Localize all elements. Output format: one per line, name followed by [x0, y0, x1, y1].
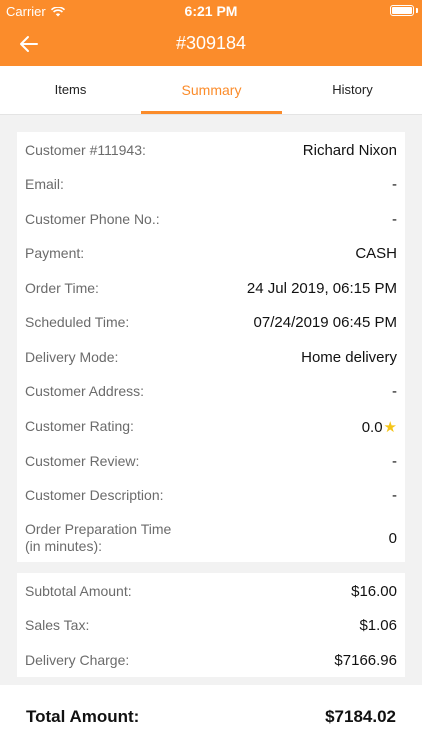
- tab-indicator: [141, 111, 282, 114]
- description-value: -: [392, 487, 397, 504]
- delivery-mode-value: Home delivery: [301, 349, 397, 366]
- tab-history[interactable]: History: [282, 66, 422, 114]
- order-details-card: Customer #111943: Richard Nixon Email: -…: [17, 132, 405, 562]
- row-label: Sales Tax:: [25, 617, 90, 633]
- total-bar: Total Amount: $7184.02: [0, 685, 422, 750]
- subtotal-value: $16.00: [351, 583, 397, 600]
- arrow-left-icon: [20, 36, 38, 52]
- row-label: Customer Phone No.:: [25, 211, 160, 227]
- review-value: -: [392, 453, 397, 470]
- phone-value: -: [392, 211, 397, 228]
- row-label-line2: (in minutes):: [25, 538, 103, 554]
- nav-bar: #309184: [0, 22, 422, 66]
- row-label: Subtotal Amount:: [25, 583, 132, 599]
- delivery-charge-value: $7166.96: [334, 652, 397, 669]
- row-label: Delivery Charge:: [25, 652, 130, 668]
- status-time: 6:21 PM: [184, 3, 238, 19]
- row-label: Customer Address:: [25, 383, 145, 399]
- status-bar: Carrier 6:21 PM: [0, 0, 422, 22]
- customer-name-value: Richard Nixon: [302, 142, 397, 159]
- rating-value-group: 0.0★: [362, 418, 397, 436]
- tab-bar: Items Summary History: [0, 66, 422, 115]
- header: Carrier 6:21 PM #309184: [0, 0, 422, 66]
- rating-value: 0.0: [361, 419, 383, 436]
- row-label-line1: Order Preparation Time: [25, 521, 172, 537]
- page-title: #309184: [175, 33, 247, 53]
- address-value: -: [392, 383, 397, 400]
- star-icon: ★: [383, 419, 397, 436]
- scheduled-time-value: 07/24/2019 06:45 PM: [253, 314, 397, 331]
- row-label: Scheduled Time:: [25, 314, 130, 330]
- total-value: $7184.02: [325, 707, 396, 726]
- row-label: Customer Description:: [25, 487, 164, 503]
- total-label: Total Amount:: [26, 707, 140, 726]
- row-label: Order Time:: [25, 280, 99, 296]
- back-button[interactable]: [14, 30, 44, 58]
- prep-time-value: 0: [388, 530, 397, 547]
- row-label: Order Preparation Time (in minutes):: [25, 521, 171, 555]
- payment-value: CASH: [355, 245, 397, 262]
- battery-tip: [416, 8, 418, 13]
- row-label: Customer #111943:: [25, 142, 146, 158]
- row-label: Customer Review:: [25, 453, 140, 469]
- tab-summary[interactable]: Summary: [141, 66, 282, 114]
- sales-tax-value: $1.06: [359, 617, 397, 634]
- charges-card: Subtotal Amount: $16.00 Sales Tax: $1.06…: [17, 573, 405, 677]
- row-label: Payment:: [25, 245, 85, 261]
- row-label: Email:: [25, 176, 64, 192]
- tab-items[interactable]: Items: [0, 66, 141, 114]
- order-time-value: 24 Jul 2019, 06:15 PM: [246, 280, 397, 297]
- email-value: -: [392, 176, 397, 193]
- battery-icon: [390, 5, 414, 16]
- row-label: Customer Rating:: [25, 418, 134, 434]
- row-label: Delivery Mode:: [25, 349, 119, 365]
